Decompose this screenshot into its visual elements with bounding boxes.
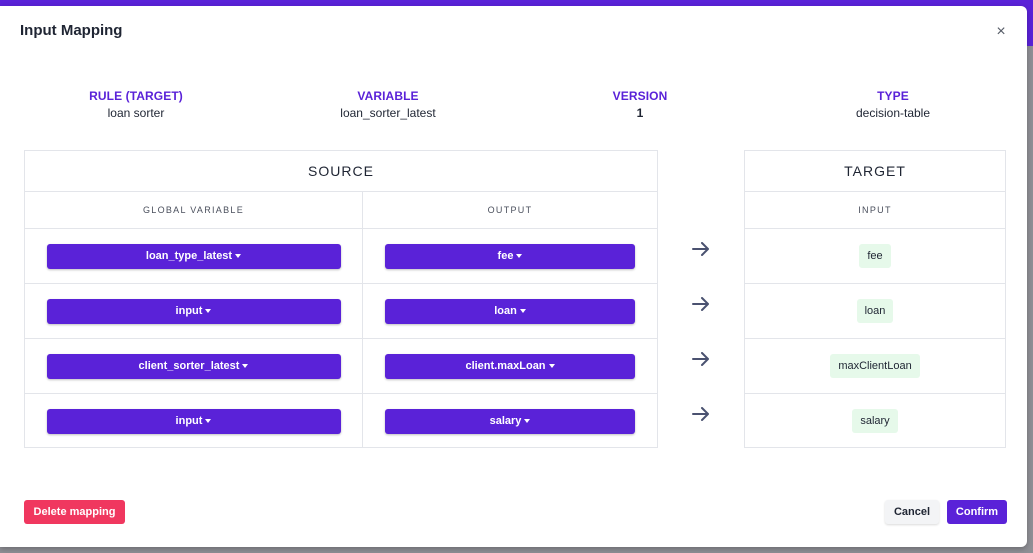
dropdown-label: input xyxy=(175,305,203,317)
arrow-right-icon xyxy=(692,352,709,366)
output-cell: fee xyxy=(363,229,657,283)
output-cell: client.maxLoan xyxy=(363,339,657,393)
global-variable-cell: client_sorter_latest xyxy=(25,339,363,393)
col-input: INPUT xyxy=(858,205,892,215)
source-column-headers: GLOBAL VARIABLE OUTPUT xyxy=(25,192,657,229)
mapping-row: input loan xyxy=(25,284,657,339)
source-panel: SOURCE GLOBAL VARIABLE OUTPUT loan_type_… xyxy=(24,150,658,448)
mapping-row: client_sorter_latest client.maxLoan xyxy=(25,339,657,394)
caret-down-icon xyxy=(205,419,212,423)
caret-down-icon xyxy=(235,254,242,258)
dropdown-label: client_sorter_latest xyxy=(138,360,240,372)
meta-version: VERSION 1 xyxy=(530,89,750,120)
target-row: salary xyxy=(745,394,1005,448)
global-variable-cell: loan_type_latest xyxy=(25,229,363,283)
delete-mapping-button[interactable]: Delete mapping xyxy=(24,500,125,524)
meta-value: decision-table xyxy=(855,106,931,120)
meta-label: RULE (TARGET) xyxy=(89,89,183,103)
output-cell: salary xyxy=(363,394,657,448)
meta-type: TYPE decision-table xyxy=(783,89,1003,120)
caret-down-icon xyxy=(205,309,212,313)
output-cell: loan xyxy=(363,284,657,338)
output-dropdown[interactable]: fee xyxy=(385,243,635,269)
target-input-chip: salary xyxy=(852,409,898,433)
target-input-chip: maxClientLoan xyxy=(830,354,920,378)
global-variable-cell: input xyxy=(25,394,363,448)
dropdown-label: fee xyxy=(497,250,514,262)
dropdown-label: input xyxy=(175,415,203,427)
arrow-right-icon xyxy=(692,242,709,256)
col-output: OUTPUT xyxy=(487,205,533,215)
meta-value: 1 xyxy=(636,106,644,120)
close-icon[interactable]: × xyxy=(994,24,1008,40)
mapping-row: input salary xyxy=(25,394,657,448)
modal-header: Input Mapping × xyxy=(0,6,1027,58)
caret-down-icon xyxy=(516,254,523,258)
target-column-headers: INPUT xyxy=(745,192,1005,229)
col-global-variable: GLOBAL VARIABLE xyxy=(25,192,363,228)
target-panel: TARGET INPUT fee loan maxClientLoan sala… xyxy=(744,150,1006,448)
caret-down-icon xyxy=(524,419,531,423)
meta-label: VARIABLE xyxy=(357,89,419,103)
meta-value: loan_sorter_latest xyxy=(340,106,436,120)
caret-down-icon xyxy=(548,364,555,368)
modal-title: Input Mapping xyxy=(20,22,123,39)
target-row: maxClientLoan xyxy=(745,339,1005,394)
global-variable-dropdown[interactable]: input xyxy=(46,408,341,434)
arrow-right-icon xyxy=(692,297,709,311)
mapping-row: loan_type_latest fee xyxy=(25,229,657,284)
cancel-button[interactable]: Cancel xyxy=(885,500,939,524)
output-dropdown[interactable]: salary xyxy=(385,408,635,434)
global-variable-dropdown[interactable]: loan_type_latest xyxy=(46,243,341,269)
source-title: SOURCE xyxy=(25,151,657,192)
target-title: TARGET xyxy=(745,151,1005,192)
dropdown-label: loan_type_latest xyxy=(145,250,233,262)
global-variable-dropdown[interactable]: input xyxy=(46,298,341,324)
dropdown-label: client.maxLoan xyxy=(465,360,546,372)
confirm-button[interactable]: Confirm xyxy=(947,500,1007,524)
meta-rule-target: RULE (TARGET) loan sorter xyxy=(26,89,246,120)
caret-down-icon xyxy=(242,364,249,368)
target-input-chip: fee xyxy=(859,244,891,268)
dropdown-label: salary xyxy=(489,415,522,427)
target-input-chip: loan xyxy=(856,299,894,323)
output-dropdown[interactable]: client.maxLoan xyxy=(385,353,635,379)
meta-label: TYPE xyxy=(877,89,909,103)
meta-variable: VARIABLE loan_sorter_latest xyxy=(278,89,498,120)
target-row: loan xyxy=(745,284,1005,339)
arrow-right-icon xyxy=(692,407,709,421)
caret-down-icon xyxy=(519,309,526,313)
dropdown-label: loan xyxy=(494,305,517,317)
global-variable-dropdown[interactable]: client_sorter_latest xyxy=(46,353,341,379)
meta-value: loan sorter xyxy=(107,106,165,120)
output-dropdown[interactable]: loan xyxy=(385,298,635,324)
global-variable-cell: input xyxy=(25,284,363,338)
meta-label: VERSION xyxy=(612,89,668,103)
input-mapping-modal: Input Mapping × RULE (TARGET) loan sorte… xyxy=(0,6,1027,547)
target-row: fee xyxy=(745,229,1005,284)
